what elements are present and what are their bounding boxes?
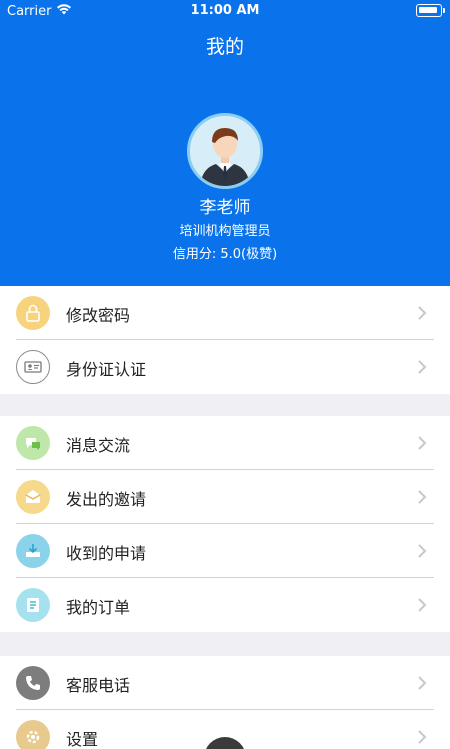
chat-icon (16, 426, 50, 460)
menu-item-messages[interactable]: 消息交流 (0, 416, 450, 470)
menu-item-label: 收到的申请 (66, 544, 147, 563)
menu-item-label: 发出的邀请 (66, 490, 147, 509)
user-name: 李老师 (199, 198, 251, 218)
menu-item-customer-service[interactable]: 客服电话 (0, 656, 450, 710)
menu-item-label: 设置 (66, 730, 99, 749)
menu-item-received-applications[interactable]: 收到的申请 (0, 524, 450, 578)
menu-item-label: 我的订单 (66, 598, 131, 617)
clock: 11:00 AM (190, 3, 260, 18)
page-title: 我的 (205, 36, 244, 58)
received-application-icon (16, 534, 50, 568)
chevron-right-icon (418, 306, 427, 320)
menu-item-label: 身份证认证 (66, 360, 147, 379)
send-invite-icon (16, 480, 50, 514)
menu-item-label: 消息交流 (66, 436, 131, 455)
chevron-right-icon (418, 544, 427, 558)
menu-item-change-password[interactable]: 修改密码 (0, 286, 450, 340)
chevron-right-icon (418, 730, 427, 744)
menu-item-id-verification[interactable]: 身份证认证 (0, 340, 450, 394)
chevron-right-icon (418, 490, 427, 504)
avatar[interactable] (187, 113, 263, 189)
settings-icon (16, 720, 50, 749)
chevron-right-icon (418, 598, 427, 612)
menu-item-my-orders[interactable]: 我的订单 (0, 578, 450, 632)
menu-item-sent-invitations[interactable]: 发出的邀请 (0, 470, 450, 524)
chevron-right-icon (418, 676, 427, 690)
chevron-right-icon (418, 360, 427, 374)
profile-header: Carrier 11:00 AM 我的 李老师 培训机构管理员 信用分: 5.0… (0, 0, 450, 286)
order-list-icon (16, 588, 50, 622)
battery-icon (416, 4, 445, 17)
user-avatar-illustration (190, 116, 260, 186)
menu-group-account: 修改密码 身份证认证 (0, 286, 450, 394)
chevron-right-icon (418, 436, 427, 450)
status-bar: Carrier 11:00 AM (0, 0, 450, 24)
user-role: 培训机构管理员 (179, 224, 271, 239)
id-card-icon (16, 350, 50, 384)
credit-score: 信用分: 5.0(极赞) (172, 247, 278, 262)
menu-group-support: 客服电话 设置 (0, 656, 450, 749)
phone-icon (16, 666, 50, 700)
menu-item-label: 修改密码 (66, 306, 131, 325)
menu-group-activity: 消息交流 发出的邀请 收到的申请 我的订单 (0, 416, 450, 632)
menu-item-label: 客服电话 (66, 676, 131, 695)
lock-icon (16, 296, 50, 330)
